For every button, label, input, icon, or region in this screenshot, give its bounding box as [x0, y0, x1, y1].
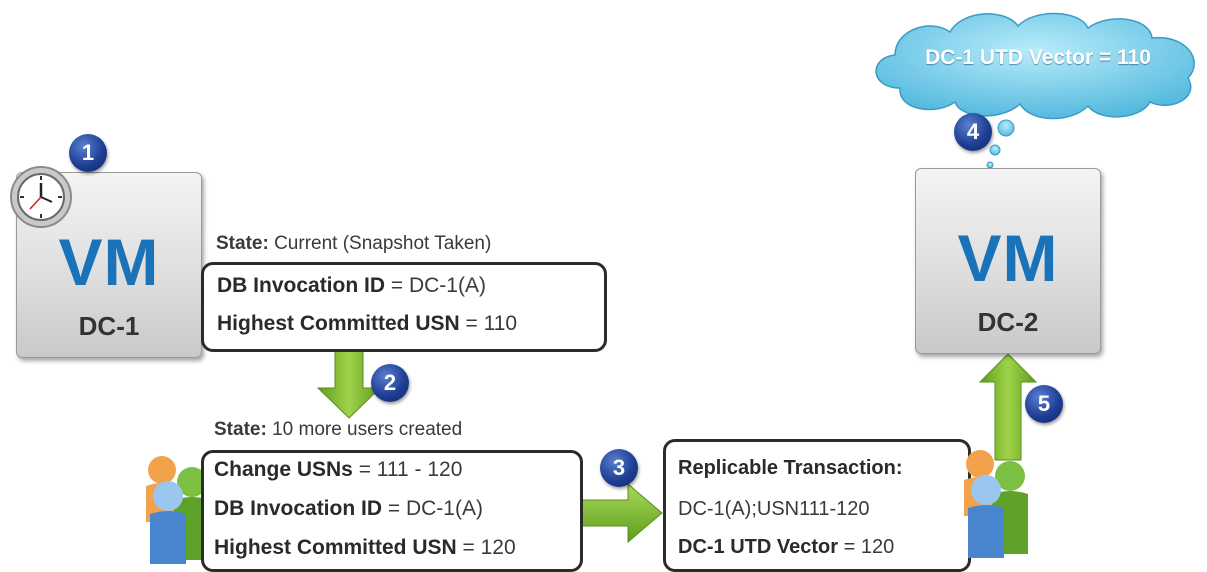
step-badge-3: 3 [600, 449, 638, 487]
row-label: DB Invocation ID [217, 274, 386, 297]
vm-logo: VM [58, 225, 160, 299]
row-label: Change USNs [214, 458, 353, 481]
vm-dc2: VM DC-2 [915, 168, 1101, 354]
row-value: = 120 [838, 536, 895, 558]
box-row: DB Invocation ID = DC-1(A) [217, 273, 486, 299]
step-badge-5: 5 [1025, 385, 1063, 423]
row-label: Highest Committed USN [214, 536, 457, 559]
row-label: DB Invocation ID [214, 497, 383, 520]
row-value: = DC-1(A) [385, 274, 486, 297]
state-text: 10 more users created [266, 419, 463, 440]
row-value: = 111 - 120 [352, 458, 463, 481]
row-value: = 120 [456, 536, 516, 559]
arrow-right [577, 482, 663, 544]
step-badge-2: 2 [371, 364, 409, 402]
vm-name: DC-2 [977, 307, 1039, 337]
repl-title: Replicable Transaction: [678, 455, 903, 481]
state-text: Current (Snapshot Taken) [268, 233, 492, 254]
box-row: Highest Committed USN = 110 [217, 311, 517, 337]
row-value: = DC-1(A) [382, 497, 483, 520]
state-label: State: [214, 419, 267, 440]
state-top: State: Current (Snapshot Taken) [216, 232, 491, 256]
vm-logo: VM [957, 221, 1059, 295]
vm-name: DC-1 [78, 311, 140, 341]
box-row: Change USNs = 111 - 120 [214, 457, 462, 483]
row-middle: UTD Vector [724, 536, 839, 558]
box-row: DB Invocation ID = DC-1(A) [214, 496, 483, 522]
repl-title-text: Replicable Transaction: [678, 457, 903, 479]
repl-row: DC-1(A);USN111-120 [678, 498, 870, 520]
cloud-text: DC-1 UTD Vector = 110 [925, 46, 1151, 69]
state-label: State: [216, 233, 269, 254]
step-badge-1: 1 [69, 134, 107, 172]
repl-row: DC-1 UTD Vector = 120 [678, 534, 894, 560]
thought-bubble [989, 144, 1001, 156]
state-mid: State: 10 more users created [214, 418, 462, 442]
row-value: = 110 [459, 312, 518, 335]
clock-icon [10, 166, 72, 228]
users-icon [964, 450, 1028, 558]
info-box-top: DB Invocation ID = DC-1(A) Highest Commi… [201, 262, 607, 352]
row-label: Highest Committed USN [217, 312, 460, 335]
info-box-mid: Change USNs = 111 - 120 DB Invocation ID… [201, 450, 583, 572]
row-label: DC-1 [678, 536, 725, 558]
box-row: Highest Committed USN = 120 [214, 535, 516, 561]
replication-box: Replicable Transaction: DC-1(A);USN111-1… [663, 439, 971, 572]
thought-bubble [997, 119, 1015, 137]
step-badge-4: 4 [954, 113, 992, 151]
